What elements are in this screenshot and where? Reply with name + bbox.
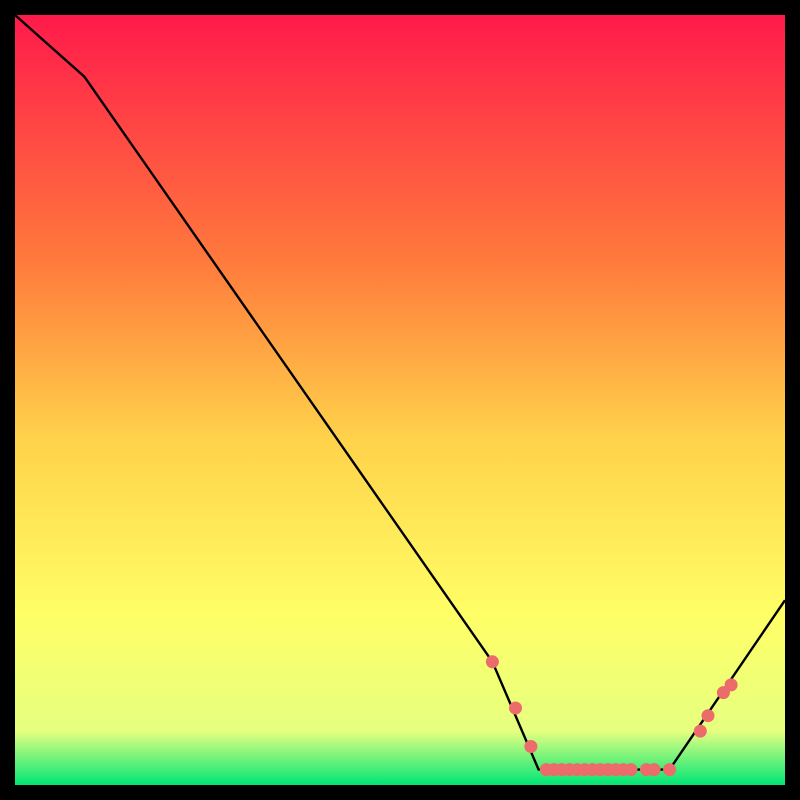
marker-point bbox=[725, 678, 738, 691]
marker-point bbox=[694, 725, 707, 738]
marker-point bbox=[486, 655, 499, 668]
gradient-background bbox=[15, 15, 785, 785]
marker-point bbox=[648, 763, 661, 776]
marker-point bbox=[509, 702, 522, 715]
marker-point bbox=[625, 763, 638, 776]
marker-point bbox=[663, 763, 676, 776]
bottleneck-chart bbox=[15, 15, 785, 785]
marker-point bbox=[524, 740, 537, 753]
marker-point bbox=[702, 709, 715, 722]
chart-frame: TheBottleneck.com bbox=[15, 15, 785, 785]
